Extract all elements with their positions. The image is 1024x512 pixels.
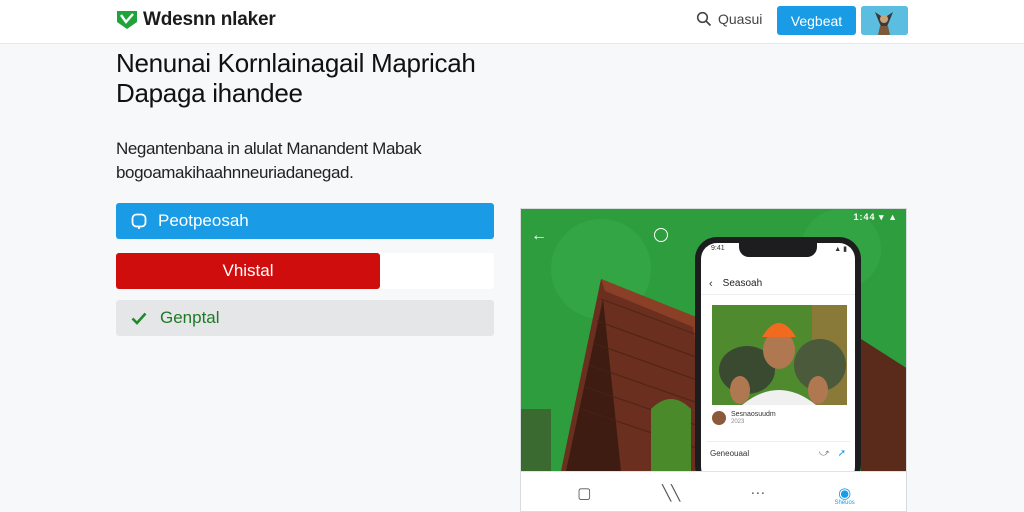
phone-time: 9:41 xyxy=(711,245,725,252)
panel-status-bar: 1:44 ▾ ▲ xyxy=(853,212,898,222)
blue-action-button[interactable]: Peotpeosah xyxy=(116,203,494,239)
avatar[interactable] xyxy=(861,6,908,35)
post-footer-label: Geneouaal xyxy=(710,449,750,458)
chat-icon xyxy=(131,213,147,229)
panel-menu-icon[interactable] xyxy=(654,228,668,242)
phone-nav-bar: ‹ Seasoah xyxy=(701,273,855,295)
like-icon[interactable]: ⤻ xyxy=(819,448,830,459)
post-author-avatar xyxy=(712,411,726,425)
bottom-nav-more-icon[interactable]: ··· xyxy=(738,484,778,501)
red-action-button[interactable]: Vhistal xyxy=(116,253,380,289)
bottom-nav-profile-label: Sheuos xyxy=(834,499,855,506)
post-author-name: Sesnaosuudm xyxy=(731,411,776,418)
person-photo xyxy=(712,305,847,405)
post-image[interactable] xyxy=(712,305,847,405)
search-label: Quasui xyxy=(718,11,763,27)
post-author[interactable]: Sesnaosuudm 2023 xyxy=(712,411,776,425)
avatar-image xyxy=(861,6,908,35)
check-icon xyxy=(131,312,147,325)
bottom-nav-home-icon[interactable]: ▢ xyxy=(564,484,604,502)
page-subtitle: Negantenbana in alulat Manandent Mabak b… xyxy=(116,139,422,182)
phone-back-icon[interactable]: ‹ xyxy=(709,278,713,290)
app-preview: 1:44 ▾ ▲ ← 9:41 ▲ ▮ ‹ Seasoah Sesnaosuud… xyxy=(520,208,907,512)
page-title: Nenunai Kornlainagail Mapricah Dapaga ih… xyxy=(116,48,476,108)
logo[interactable]: Wdesnn nlaker xyxy=(115,8,276,32)
search[interactable]: Quasui xyxy=(696,11,762,27)
post-actions: ⤻ ➚ xyxy=(819,448,846,459)
share-icon[interactable]: ➚ xyxy=(838,448,846,459)
header-primary-button[interactable]: Vegbeat xyxy=(777,6,856,35)
bottom-nav-edit-icon[interactable]: ╲╲ xyxy=(651,484,691,502)
phone-notch xyxy=(739,243,817,257)
preview-photo: 1:44 ▾ ▲ ← 9:41 ▲ ▮ ‹ Seasoah Sesnaosuud… xyxy=(521,209,906,487)
phone-nav-title: Seasoah xyxy=(722,278,763,289)
logo-icon xyxy=(117,11,137,29)
phone-status-icons: ▲ ▮ xyxy=(834,246,847,253)
panel-back-icon[interactable]: ← xyxy=(531,227,547,245)
gray-action-label: Genptal xyxy=(160,308,220,327)
bottom-nav-profile-item[interactable]: ◉ Sheuos xyxy=(825,484,865,506)
blue-action-label: Peotpeosah xyxy=(158,211,249,230)
phone-screen: 9:41 ▲ ▮ ‹ Seasoah Sesnaosuudm 2023 Gene… xyxy=(701,243,855,483)
post-footer: Geneouaal ⤻ ➚ xyxy=(706,441,850,465)
post-meta: 2023 xyxy=(731,419,745,425)
top-bar: Wdesnn nlaker Quasui Vegbeat xyxy=(0,0,1024,44)
phone-mockup: 9:41 ▲ ▮ ‹ Seasoah Sesnaosuudm 2023 Gene… xyxy=(695,237,861,487)
brand-name: Wdesnn nlaker xyxy=(143,9,276,30)
search-icon xyxy=(696,11,712,27)
gray-action-button[interactable]: Genptal xyxy=(116,300,494,336)
panel-bottom-nav: ▢ ╲╲ ··· ◉ Sheuos xyxy=(521,471,906,511)
